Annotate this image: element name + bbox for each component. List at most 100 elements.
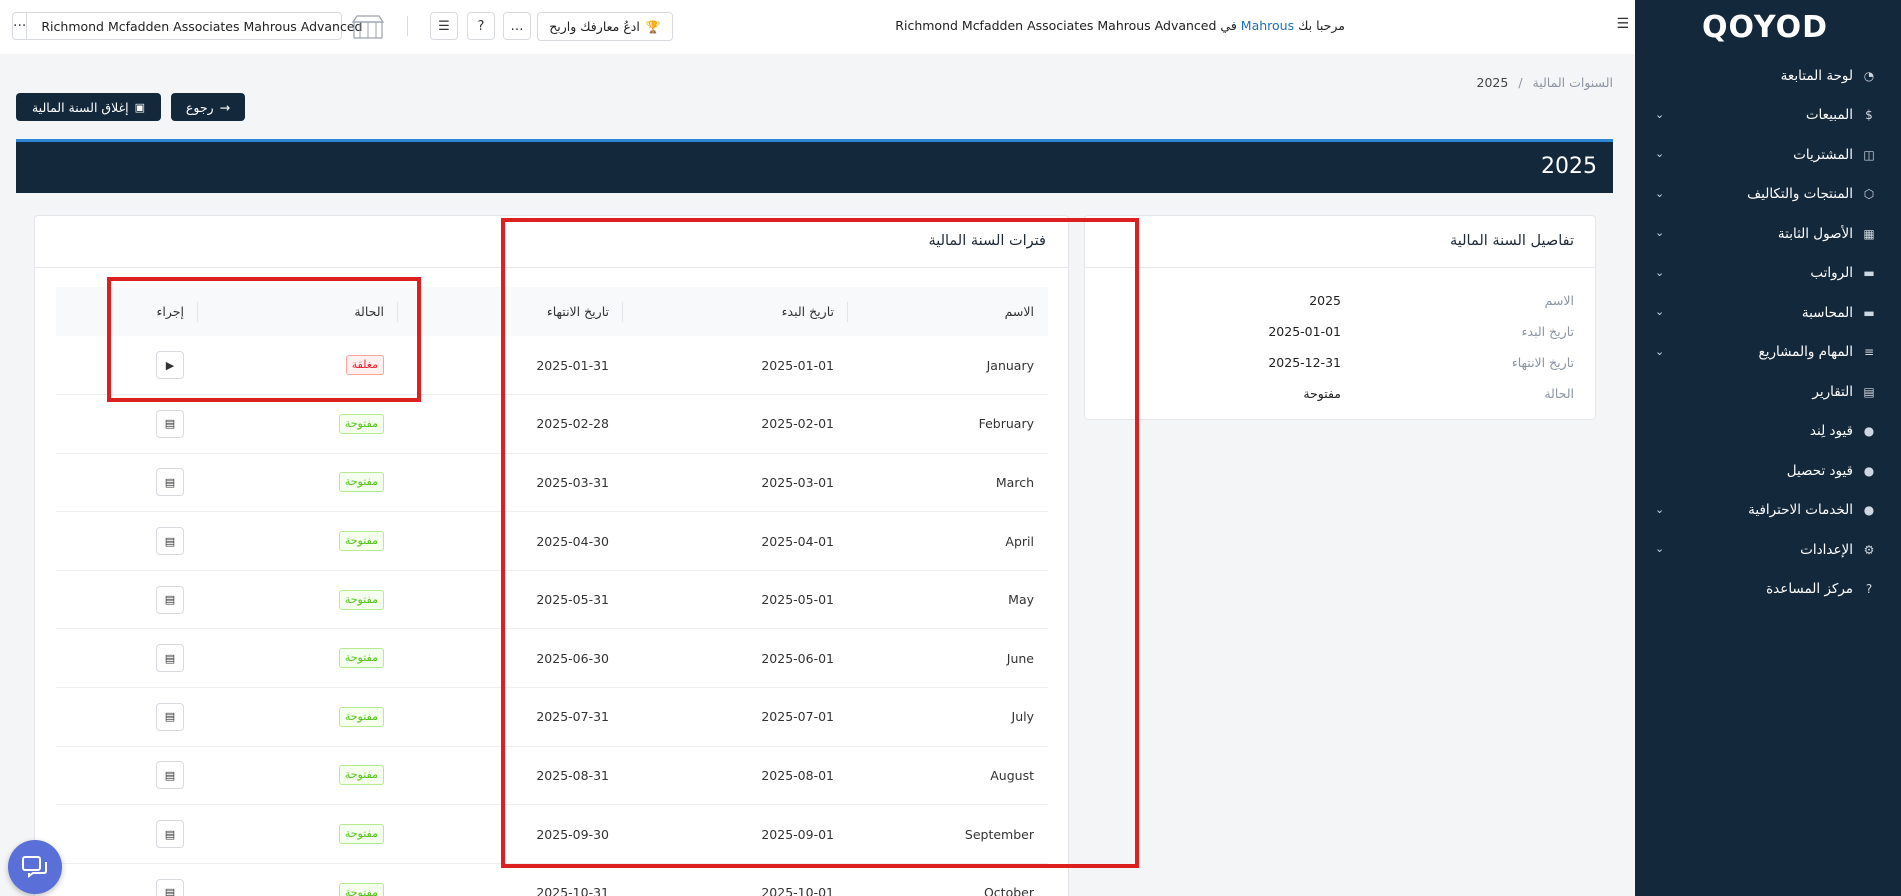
- status-badge: مفتوحة: [338, 765, 384, 786]
- qoyod-logo[interactable]: QOYOD: [1702, 10, 1828, 45]
- sidebar-item[interactable]: لوحة المتابعة ◔: [1635, 56, 1901, 96]
- chevron-down-icon: ⌄: [1655, 344, 1665, 358]
- period-start: 2025-09-01: [623, 804, 848, 864]
- breadcrumb: السنوات المالية / 2025: [1477, 75, 1613, 90]
- help-circle-icon[interactable]: ?: [467, 12, 495, 40]
- detail-key: الاسم: [1544, 293, 1574, 308]
- period-status-cell: مفتوحة: [198, 511, 398, 571]
- sidebar-item[interactable]: الخدمات الاحترافية ● ⌄: [1635, 491, 1901, 531]
- period-name: January: [848, 336, 1048, 396]
- detail-key: الحالة: [1544, 386, 1574, 401]
- status-badge: مفتوحة: [338, 706, 384, 727]
- chat-support-icon[interactable]: [8, 840, 62, 894]
- period-name: March: [848, 453, 1048, 513]
- period-name: June: [848, 628, 1048, 689]
- period-start: 2025-04-01: [623, 511, 848, 571]
- sidebar-item[interactable]: الرواتب ▬ ⌄: [1635, 254, 1901, 294]
- period-start: 2025-07-01: [623, 687, 848, 747]
- chat-bubble-icon[interactable]: …: [503, 12, 531, 40]
- chevron-down-icon: ⌄: [1655, 305, 1665, 318]
- clipboard-icon: ◫: [1863, 147, 1875, 162]
- sidebar-item[interactable]: المنتجات والتكاليف ⬡ ⌄: [1635, 175, 1901, 215]
- period-name: April: [848, 511, 1048, 571]
- sidebar-item[interactable]: المشتريات ◫ ⌄: [1635, 135, 1901, 175]
- dollar-icon: $: [1865, 108, 1873, 123]
- close-period-icon[interactable]: ▤: [156, 585, 184, 614]
- sidebar-item[interactable]: المبيعات $ ⌄: [1635, 96, 1901, 136]
- welcome-prefix: مرحبا بك: [1298, 18, 1345, 33]
- close-period-icon[interactable]: ▤: [156, 761, 184, 790]
- table-row: August 2025-08-01 2025-08-31 مفتوحة ▤: [56, 746, 1048, 806]
- sidebar-item-label: قيود لِند: [1809, 423, 1853, 440]
- store-icon[interactable]: [350, 12, 386, 42]
- checklist-icon[interactable]: ☰: [430, 12, 458, 40]
- detail-key: تاريخ الانتهاء: [1511, 355, 1574, 370]
- close-period-icon[interactable]: ▤: [156, 878, 184, 896]
- table-row: April 2025-04-01 2025-04-30 مفتوحة ▤: [56, 511, 1048, 571]
- play-icon[interactable]: ▶: [156, 351, 184, 380]
- topbar-divider: [407, 16, 408, 36]
- detail-row: تاريخ البدء 2025-01-01: [1085, 316, 1595, 346]
- period-start: 2025-05-01: [623, 570, 848, 630]
- status-badge: مغلقة: [345, 355, 384, 376]
- calculator-icon: ▣: [134, 100, 146, 114]
- period-action-cell: ▤: [56, 394, 198, 454]
- refer-and-earn-button[interactable]: ادعُ معارفك واربح 🏆: [537, 12, 673, 41]
- header-status[interactable]: الحالة: [198, 287, 398, 336]
- sidebar-item-label: مركز المساعدة: [1766, 581, 1853, 598]
- close-year-label: إغلاق السنة المالية: [31, 99, 129, 115]
- table-row: July 2025-07-01 2025-07-31 مفتوحة ▤: [56, 687, 1048, 747]
- sidebar-item[interactable]: قيود لِند ●: [1635, 412, 1901, 452]
- sidebar-item[interactable]: مركز المساعدة?: [1635, 570, 1901, 610]
- refer-label: ادعُ معارفك واربح: [549, 19, 640, 34]
- chevron-down-icon: ⌄: [1655, 147, 1665, 160]
- period-start: 2025-03-01: [623, 453, 848, 513]
- period-end: 2025-07-31: [398, 687, 623, 747]
- period-start: 2025-02-01: [623, 394, 848, 454]
- header-end[interactable]: تاريخ الانتهاء: [398, 287, 623, 336]
- close-period-icon[interactable]: ▤: [156, 702, 184, 731]
- close-period-icon[interactable]: ▤: [156, 644, 184, 673]
- chevron-down-icon: ⌄: [1655, 226, 1665, 239]
- card-divider: [1085, 267, 1595, 268]
- sidebar-item[interactable]: التقارير ▤: [1635, 372, 1901, 412]
- tasks-icon: ≡: [1863, 345, 1875, 360]
- period-status-cell: مفتوحة: [198, 570, 398, 630]
- period-status-cell: مفتوحة: [198, 746, 398, 806]
- period-name: February: [848, 394, 1048, 454]
- sidebar-item[interactable]: المهام والمشاريع ≡ ⌄: [1635, 333, 1901, 373]
- sidebar-item-label: لوحة المتابعة: [1780, 67, 1853, 84]
- close-period-icon[interactable]: ▤: [156, 820, 184, 849]
- welcome-message: مرحبا بك Mahrous في Richmond Mcfadden As…: [895, 18, 1345, 33]
- sidebar-item[interactable]: الإعدادات ⚙ ⌄: [1635, 530, 1901, 570]
- top-bar: ··· Richmond Mcfadden Associates Mahrous…: [0, 0, 1635, 54]
- close-period-icon[interactable]: ▤: [156, 409, 184, 438]
- back-button[interactable]: رجوع →: [171, 93, 245, 121]
- period-status-cell: مفتوحة: [198, 628, 398, 689]
- sidebar-item[interactable]: الأصول الثابتة ▦ ⌄: [1635, 214, 1901, 254]
- period-action-cell: ▤: [56, 570, 198, 630]
- q-icon: ●: [1863, 463, 1875, 478]
- sidebar-nav: لوحة المتابعة ◔ المبيعات $ ⌄ المشتريات ◫ ⌄ المنت…: [1635, 56, 1901, 609]
- sidebar-item[interactable]: قيود تحصيل ●: [1635, 451, 1901, 491]
- period-action-cell: ▤: [56, 863, 198, 896]
- table-row: October 2025-10-01 2025-10-31 مفتوحة ▤: [56, 863, 1048, 896]
- breadcrumb-parent[interactable]: السنوات المالية: [1533, 75, 1613, 90]
- close-period-icon[interactable]: ▤: [156, 468, 184, 497]
- sidebar-item[interactable]: المحاسبة ▬ ⌄: [1635, 293, 1901, 333]
- period-name: September: [848, 804, 1048, 864]
- sidebar-item-label: الرواتب: [1810, 265, 1853, 282]
- company-selector[interactable]: ··· Richmond Mcfadden Associates Mahrous…: [12, 12, 362, 40]
- detail-value: 2025-01-01: [1268, 324, 1341, 339]
- close-fiscal-year-button[interactable]: إغلاق السنة المالية ▣: [16, 93, 161, 121]
- header-name[interactable]: الاسم: [848, 287, 1048, 336]
- period-status-cell: مفتوحة: [198, 687, 398, 747]
- fiscal-year-details-card: تفاصيل السنة المالية الاسم 2025 تاريخ البد…: [1084, 215, 1596, 420]
- close-period-icon[interactable]: ▤: [156, 527, 184, 556]
- header-start[interactable]: تاريخ البدء: [623, 287, 848, 336]
- period-action-cell: ▤: [56, 746, 198, 806]
- more-options-icon[interactable]: ···: [13, 13, 28, 39]
- menu-toggle-icon[interactable]: ☰: [1616, 16, 1629, 32]
- period-status-cell: مفتوحة: [198, 804, 398, 864]
- detail-value: 2025-12-31: [1268, 355, 1341, 370]
